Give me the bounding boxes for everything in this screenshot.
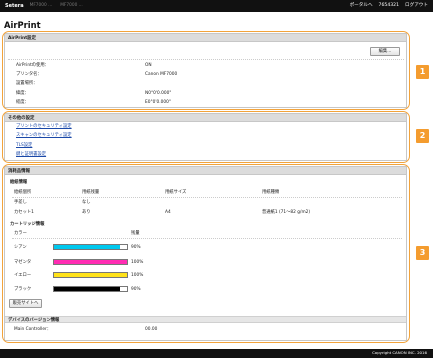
callout-badge-1: 1 [416,65,429,79]
user-id: 7654321 [378,3,400,9]
device-name-2: MF7000 ... [60,3,83,9]
callout-badge-2: 2 [416,129,429,143]
top-bar: Setera MF7000 ... MF7000 ... ポータルへ 76543… [0,0,433,12]
highlight-oval-1 [2,31,410,110]
portal-link[interactable]: ポータルへ [350,3,373,9]
highlight-oval-3 [2,164,410,343]
logout-link[interactable]: ログアウト [405,3,428,9]
footer: Copyright CANON INC. 2016 [0,349,433,358]
page-title: AirPrint [4,20,41,30]
callout-badge-3: 3 [416,246,429,260]
app-brand: Setera [5,3,24,9]
device-name-1: MF7000 ... [29,3,53,9]
highlight-oval-2 [2,111,410,163]
copyright-text: Copyright CANON INC. 2016 [372,350,427,356]
